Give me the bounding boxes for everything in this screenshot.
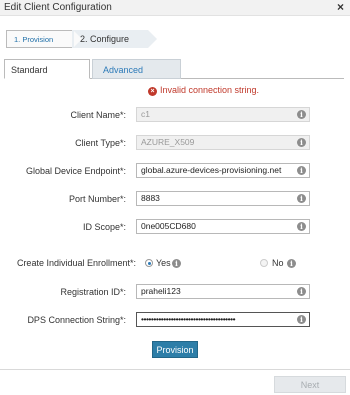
port-number-input[interactable]: 8883: [136, 191, 310, 206]
close-icon[interactable]: ×: [337, 0, 344, 14]
client-type-field[interactable]: AZURE_X509: [136, 135, 310, 150]
dps-connection-string-label: DPS Connection String*:: [27, 315, 126, 325]
info-icon[interactable]: i: [297, 166, 306, 175]
individual-enrollment-label: Create Individual Enrollment*:: [16, 258, 136, 268]
global-endpoint-input[interactable]: global.azure-devices-provisioning.net: [136, 163, 310, 178]
info-icon[interactable]: i: [297, 138, 306, 147]
step-configure: 2. Configure: [72, 30, 157, 48]
info-icon[interactable]: i: [172, 259, 181, 268]
info-icon[interactable]: i: [297, 287, 306, 296]
next-button[interactable]: Next: [274, 376, 346, 393]
provision-button[interactable]: Provision: [152, 341, 198, 358]
info-icon[interactable]: i: [297, 315, 306, 324]
registration-id-label: Registration ID*:: [60, 287, 126, 297]
id-scope-label: ID Scope*:: [82, 222, 126, 232]
info-icon[interactable]: i: [297, 110, 306, 119]
client-name-field[interactable]: c1: [136, 107, 310, 122]
enrollment-no-label[interactable]: No: [272, 258, 284, 268]
info-icon[interactable]: i: [297, 194, 306, 203]
info-icon[interactable]: i: [287, 259, 296, 268]
enrollment-yes-radio[interactable]: [145, 259, 153, 267]
enrollment-yes-label[interactable]: Yes: [156, 258, 171, 268]
enrollment-no-radio[interactable]: [260, 259, 268, 267]
port-number-label: Port Number*:: [68, 194, 126, 204]
step-provision[interactable]: 1. Provision: [6, 30, 83, 48]
tab-bar: Standard Advanced: [4, 59, 344, 79]
tab-advanced[interactable]: Advanced: [92, 59, 181, 79]
client-type-label: Client Type*:: [75, 138, 126, 148]
error-message: × Invalid connection string.: [148, 85, 259, 97]
registration-id-input[interactable]: praheli123: [136, 284, 310, 299]
info-icon[interactable]: i: [297, 222, 306, 231]
error-text: Invalid connection string.: [160, 85, 260, 95]
client-name-label: Client Name*:: [70, 110, 126, 120]
global-endpoint-label: Global Device Endpoint*:: [25, 166, 126, 176]
error-icon: ×: [148, 87, 157, 96]
dps-connection-string-input[interactable]: ••••••••••••••••••••••••••••••••••••••: [136, 312, 310, 327]
wizard-steps: 1. Provision 2. Configure: [6, 30, 166, 48]
title-bar: Edit Client Configuration ×: [0, 0, 350, 16]
footer-divider: [0, 369, 350, 370]
id-scope-input[interactable]: 0ne005CD680: [136, 219, 310, 234]
window-title: Edit Client Configuration: [4, 2, 112, 13]
tab-standard[interactable]: Standard: [4, 59, 90, 79]
